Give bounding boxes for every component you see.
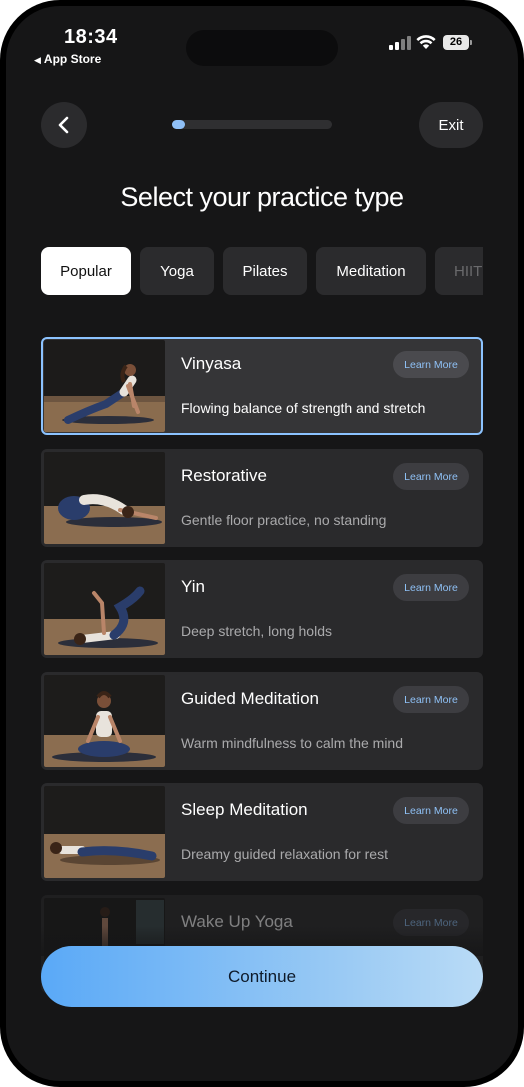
card-description: Gentle floor practice, no standing bbox=[181, 512, 387, 528]
tab-yoga[interactable]: Yoga bbox=[140, 247, 214, 295]
back-button[interactable] bbox=[41, 102, 87, 148]
exit-button[interactable]: Exit bbox=[419, 102, 483, 148]
learn-more-button[interactable]: Learn More bbox=[393, 574, 469, 601]
status-time: 18:34 bbox=[64, 26, 118, 48]
learn-more-button[interactable]: Learn More bbox=[393, 351, 469, 378]
dynamic-island bbox=[186, 30, 338, 66]
phone-frame: 18:34 ◀ App Store 26 Exit Select your pra… bbox=[0, 0, 524, 1087]
back-app-label: App Store bbox=[43, 52, 102, 66]
card-title: Vinyasa bbox=[181, 354, 242, 373]
battery-tip bbox=[470, 40, 472, 45]
tab-meditation[interactable]: Meditation bbox=[316, 247, 426, 295]
guided-meditation-thumbnail bbox=[44, 675, 165, 767]
card-title: Sleep Meditation bbox=[181, 800, 308, 819]
practice-card-yin[interactable]: Yin Learn More Deep stretch, long holds bbox=[41, 560, 483, 658]
battery-icon: 26 bbox=[443, 35, 469, 50]
card-description: Deep stretch, long holds bbox=[181, 623, 332, 639]
app-screen: 18:34 ◀ App Store 26 Exit Select your pra… bbox=[6, 6, 518, 1081]
tab-hiit[interactable]: HIIT bbox=[435, 247, 483, 295]
tab-label: Meditation bbox=[336, 262, 406, 280]
learn-more-button[interactable]: Learn More bbox=[393, 686, 469, 713]
practice-category-tabs: Popular Yoga Pilates Meditation HIIT bbox=[41, 247, 483, 297]
progress-bar bbox=[172, 120, 332, 129]
practice-card-restorative[interactable]: Restorative Learn More Gentle floor prac… bbox=[41, 449, 483, 547]
tab-pilates[interactable]: Pilates bbox=[223, 247, 307, 295]
card-description: Warm mindfulness to calm the mind bbox=[181, 735, 403, 751]
practice-card-guided-meditation[interactable]: Guided Meditation Learn More Warm mindfu… bbox=[41, 672, 483, 770]
tab-label: HIIT bbox=[454, 262, 483, 280]
learn-more-button[interactable]: Learn More bbox=[393, 463, 469, 490]
sleep-meditation-thumbnail bbox=[44, 786, 165, 878]
tab-label: Popular bbox=[60, 262, 112, 280]
card-title: Restorative bbox=[181, 466, 267, 485]
card-description: Dreamy guided relaxation for rest bbox=[181, 846, 388, 862]
yin-thumbnail bbox=[44, 563, 165, 655]
tab-label: Yoga bbox=[160, 262, 194, 280]
page-title: Select your practice type bbox=[120, 182, 404, 212]
back-to-app-store-link[interactable]: ◀ App Store bbox=[34, 52, 101, 66]
progress-fill bbox=[172, 120, 185, 129]
tab-popular[interactable]: Popular bbox=[41, 247, 131, 295]
card-title: Guided Meditation bbox=[181, 689, 319, 708]
back-triangle-icon: ◀ bbox=[34, 55, 41, 65]
chevron-left-icon bbox=[58, 116, 69, 134]
tab-label: Pilates bbox=[242, 262, 288, 280]
card-description: Flowing balance of strength and stretch bbox=[181, 400, 426, 416]
restorative-thumbnail bbox=[44, 452, 165, 544]
continue-button[interactable]: Continue bbox=[41, 946, 483, 1007]
vinyasa-thumbnail bbox=[44, 340, 165, 432]
wifi-icon bbox=[416, 35, 436, 49]
practice-card-vinyasa[interactable]: Vinyasa Learn More Flowing balance of st… bbox=[41, 337, 483, 435]
cellular-signal-icon bbox=[389, 36, 411, 50]
card-title: Yin bbox=[181, 577, 205, 596]
learn-more-button[interactable]: Learn More bbox=[393, 797, 469, 824]
practice-card-sleep-meditation[interactable]: Sleep Meditation Learn More Dreamy guide… bbox=[41, 783, 483, 881]
